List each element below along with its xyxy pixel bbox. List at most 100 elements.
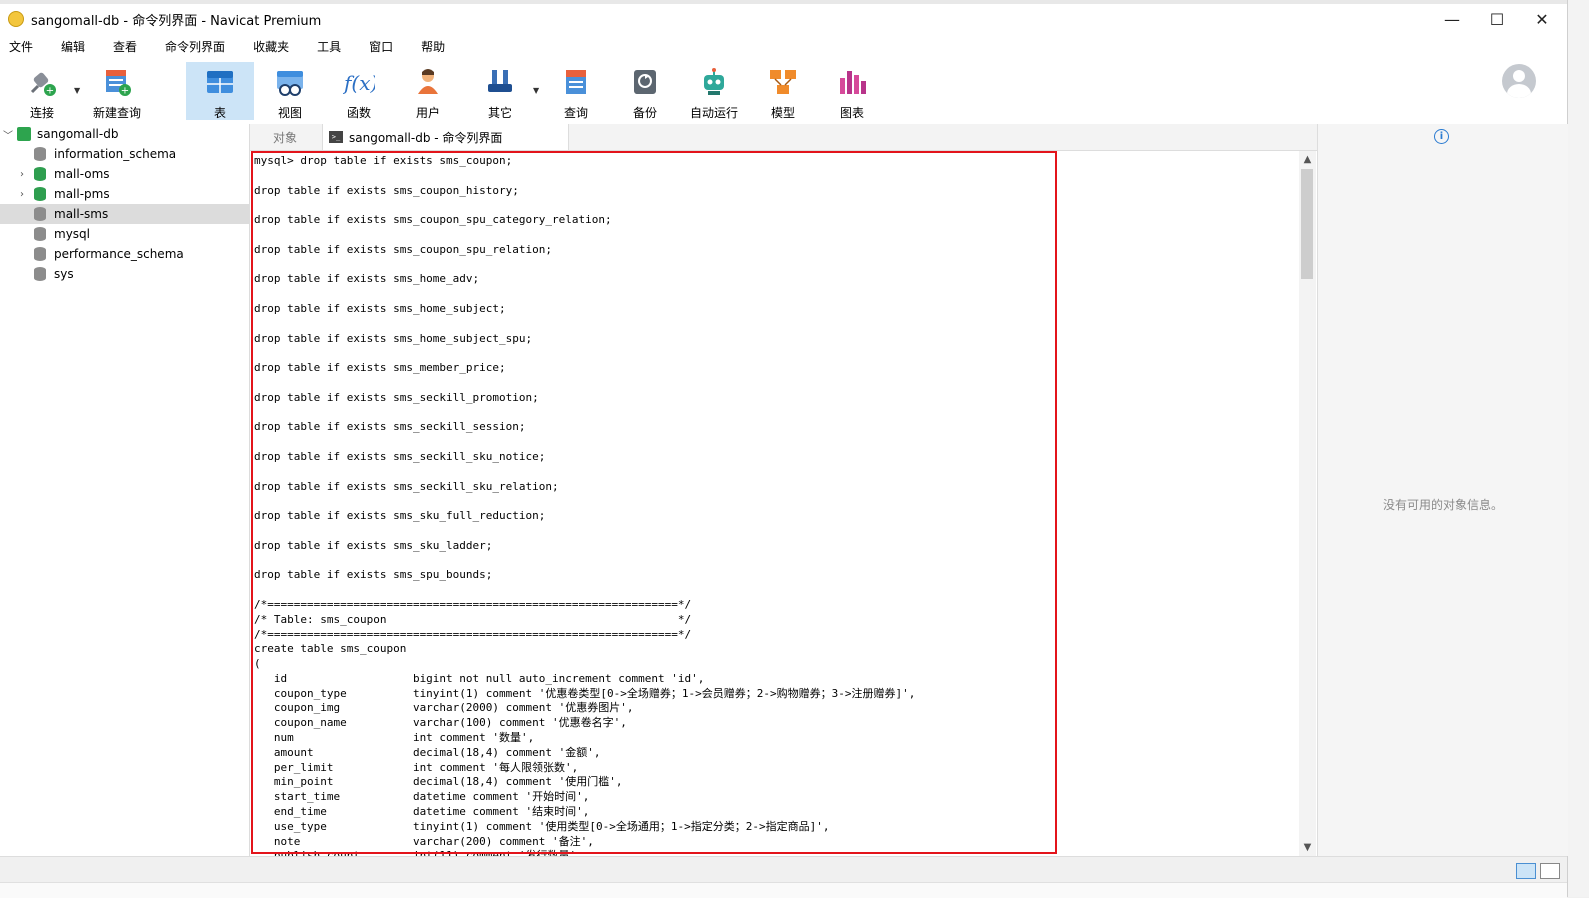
database-node-performance-schema[interactable]: performance_schema [0, 244, 249, 264]
chart-label: 图表 [839, 106, 864, 120]
other-label: 其它 [487, 106, 512, 120]
main-toolbar: + 连接 ▼ + 新建查询 表 视图 f(x) 函数 用户 其它 ▼ 查询 备份… [0, 58, 1567, 125]
database-name: information_schema [54, 147, 177, 161]
tools-icon [484, 66, 516, 98]
scroll-down-arrow-icon[interactable]: ▼ [1299, 839, 1316, 856]
auto-run-label: 自动运行 [689, 106, 738, 120]
database-node-mall-sms[interactable]: mall-sms [0, 204, 249, 224]
database-name: sys [54, 267, 74, 281]
menu-window[interactable]: 窗口 [369, 38, 393, 55]
user-icon [412, 66, 444, 98]
user-label: 用户 [415, 106, 440, 120]
user-button[interactable]: 用户 [394, 62, 462, 120]
scroll-up-arrow-icon[interactable]: ▲ [1299, 151, 1316, 168]
title-bar: sangomall-db - 命令列界面 - Navicat Premium —… [0, 4, 1567, 34]
view-icon [274, 66, 306, 98]
minimize-button[interactable]: — [1429, 4, 1475, 34]
object-info-panel: i 没有可用的对象信息。 [1317, 124, 1568, 856]
tab-bar: 对象 >_ sangomall-db - 命令列界面 [250, 124, 1317, 151]
view-label: 视图 [277, 106, 302, 120]
menu-bar: 文件 编辑 查看 命令列界面 收藏夹 工具 窗口 帮助 [0, 34, 1567, 58]
backup-button[interactable]: 备份 [611, 62, 679, 120]
new-query-label: 新建查询 [92, 106, 141, 120]
database-node-mall-pms[interactable]: › mall-pms [0, 184, 249, 204]
navigation-tree: ﹀ sangomall-db information_schema › mall… [0, 124, 250, 856]
menu-tools[interactable]: 工具 [317, 38, 341, 55]
other-dropdown-arrow[interactable]: ▼ [533, 86, 539, 95]
function-icon: f(x) [342, 66, 378, 98]
svg-text:+: + [121, 86, 129, 97]
database-icon [34, 247, 46, 261]
table-label: 表 [213, 106, 226, 120]
menu-view[interactable]: 查看 [113, 38, 137, 55]
robot-icon [698, 66, 730, 98]
database-node-sys[interactable]: sys [0, 264, 249, 284]
database-node-information-schema[interactable]: information_schema [0, 144, 249, 164]
collapse-arrow-icon[interactable]: ﹀ [3, 127, 13, 142]
scroll-thumb[interactable] [1301, 169, 1313, 279]
status-bar [0, 856, 1567, 883]
database-icon [34, 147, 46, 161]
close-button[interactable]: ✕ [1519, 4, 1565, 34]
database-name: mall-pms [54, 187, 110, 201]
database-name: mall-sms [54, 207, 109, 221]
connection-name: sangomall-db [37, 127, 119, 141]
database-open-icon [34, 187, 46, 201]
desktop-edge [1568, 0, 1589, 897]
info-icon[interactable]: i [1434, 129, 1449, 144]
database-node-mysql[interactable]: mysql [0, 224, 249, 244]
svg-text:+: + [46, 86, 54, 97]
navicat-app-icon [8, 11, 24, 27]
view-button[interactable]: 视图 [256, 62, 324, 120]
connection-node[interactable]: ﹀ sangomall-db [0, 124, 249, 144]
model-button[interactable]: 模型 [749, 62, 817, 120]
menu-console[interactable]: 命令列界面 [165, 38, 225, 55]
function-button[interactable]: f(x) 函数 [325, 62, 393, 120]
database-icon [34, 267, 46, 281]
function-label: 函数 [346, 106, 371, 120]
database-node-mall-oms[interactable]: › mall-oms [0, 164, 249, 184]
tab-console[interactable]: >_ sangomall-db - 命令列界面 [322, 124, 569, 150]
other-button[interactable]: 其它 [466, 62, 534, 120]
tab-objects[interactable]: 对象 [250, 124, 320, 150]
backup-label: 备份 [632, 106, 657, 120]
database-name: mysql [54, 227, 90, 241]
svg-text:f(x): f(x) [343, 71, 375, 95]
query-icon [560, 66, 592, 98]
connect-button[interactable]: + 连接 [8, 62, 76, 120]
database-name: performance_schema [54, 247, 184, 261]
console-output[interactable]: mysql> drop table if exists sms_coupon; … [250, 151, 1300, 856]
tab-console-label: sangomall-db - 命令列界面 [349, 130, 503, 145]
mysql-connection-icon [17, 127, 31, 141]
layout-right-panel-button[interactable] [1540, 863, 1560, 879]
menu-file[interactable]: 文件 [9, 38, 33, 55]
chart-icon [836, 66, 868, 98]
terminal-icon: >_ [329, 131, 343, 143]
auto-run-button[interactable]: 自动运行 [680, 62, 748, 120]
menu-help[interactable]: 帮助 [421, 38, 445, 55]
connect-dropdown-arrow[interactable]: ▼ [74, 86, 80, 95]
console-text: mysql> drop table if exists sms_coupon; … [254, 154, 916, 856]
model-label: 模型 [770, 106, 795, 120]
app-window: sangomall-db - 命令列界面 - Navicat Premium —… [0, 0, 1568, 898]
menu-favorites[interactable]: 收藏夹 [253, 38, 289, 55]
console-scrollbar[interactable]: ▲ ▼ [1299, 151, 1316, 856]
database-icon [34, 207, 46, 221]
model-icon [767, 66, 799, 98]
backup-icon [629, 66, 661, 98]
expand-arrow-icon[interactable]: › [17, 169, 27, 180]
layout-left-panel-button[interactable] [1516, 863, 1536, 879]
database-icon [34, 227, 46, 241]
chart-button[interactable]: 图表 [818, 62, 886, 120]
connect-label: 连接 [29, 106, 54, 120]
user-avatar[interactable] [1502, 64, 1536, 98]
expand-arrow-icon[interactable]: › [17, 189, 27, 200]
maximize-button[interactable]: ☐ [1474, 4, 1520, 34]
query-label: 查询 [563, 106, 588, 120]
table-button[interactable]: 表 [186, 62, 254, 120]
database-open-icon [34, 167, 46, 181]
menu-edit[interactable]: 编辑 [61, 38, 85, 55]
new-query-button[interactable]: + 新建查询 [83, 62, 151, 120]
bottom-strip [0, 882, 1567, 898]
query-button[interactable]: 查询 [542, 62, 610, 120]
